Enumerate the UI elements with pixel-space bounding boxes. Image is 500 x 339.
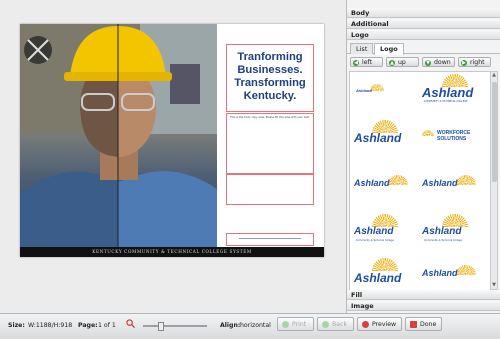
flyer-page[interactable]: Tranforming Businesses. Transforming Ken… [20, 24, 324, 257]
logo-wordmark: Ashland [354, 131, 402, 145]
body-textbox[interactable]: This is the body copy area. Please fill … [226, 113, 314, 174]
section-image-header[interactable]: Image [347, 301, 500, 311]
logo-option[interactable]: Ashland [420, 170, 484, 204]
move-right-label: right [470, 59, 485, 66]
size-value: W:1188/H:918 [28, 322, 73, 329]
logo-wordmark: Ashland [422, 85, 474, 100]
done-icon [410, 321, 417, 328]
logo-option[interactable]: Ashland COMMUNITY & TECHNICAL COLLEGE [420, 72, 484, 106]
logo-subtitle: Community & Technical College [356, 239, 394, 242]
move-left-label: left [362, 59, 373, 66]
arrow-left-icon: ◀ [353, 60, 359, 66]
size-label: Size: [8, 322, 25, 329]
back-icon [322, 321, 329, 328]
logo-gallery-scrollbar[interactable]: ▲ ▼ [490, 71, 498, 290]
sun-logo-icon [456, 175, 476, 185]
section-additional-header[interactable]: Additional [347, 19, 500, 29]
print-icon [282, 321, 289, 328]
logo-subtitle: COMMUNITY & TECHNICAL COLLEGE [424, 100, 468, 103]
logo-gallery[interactable]: Ashland Ashland COMMUNITY & TECHNICAL CO… [349, 71, 491, 292]
logo-placeholder-box[interactable] [226, 233, 314, 246]
scroll-up-icon[interactable]: ▲ [491, 72, 497, 79]
worker-photo-graphic [20, 24, 217, 247]
worker-photo[interactable] [20, 24, 217, 247]
logo-wordmark: Ashland [354, 178, 390, 188]
align-label: Align: [220, 322, 241, 329]
logo-wordmark: Ashland [422, 178, 458, 188]
sun-logo-icon [372, 258, 398, 271]
additional-textbox[interactable] [226, 174, 314, 205]
preview-label: Preview [372, 321, 397, 328]
move-up-button[interactable]: ▲ up [386, 57, 419, 67]
logo-wordmark: Ashland [356, 88, 372, 93]
logo-option[interactable]: Ashland [352, 76, 416, 110]
page-value: 1 of 1 [98, 322, 116, 329]
zoom-slider-handle[interactable] [158, 322, 164, 331]
logo-option[interactable]: Ashland [352, 256, 416, 290]
scroll-thumb[interactable] [492, 82, 497, 182]
align-value: horizontal [240, 322, 271, 329]
logo-option[interactable]: Ashland [420, 260, 484, 291]
arrow-up-icon: ▲ [389, 60, 395, 66]
tab-list[interactable]: List [350, 43, 374, 54]
properties-panel: Body Additional Logo List Logo ◀ left ▲ … [347, 0, 500, 313]
zoom-slider[interactable] [143, 325, 207, 327]
preview-button[interactable]: Preview [357, 317, 402, 331]
arrow-down-icon: ▼ [425, 60, 431, 66]
logo-option[interactable]: Ashland [352, 170, 416, 204]
section-body-header[interactable]: Body [347, 8, 500, 18]
scroll-down-icon[interactable]: ▼ [491, 282, 497, 289]
move-up-label: up [398, 59, 406, 66]
logo-wordmark: Ashland [422, 226, 462, 237]
zoom-icon [126, 319, 135, 328]
sun-logo-icon [370, 84, 384, 91]
logo-option[interactable]: Ashland Community & Technical College [420, 212, 484, 246]
section-logo-header[interactable]: Logo [347, 30, 500, 40]
move-right-button[interactable]: ▶ right [458, 57, 491, 67]
footer-strip: KENTUCKY COMMUNITY & TECHNICAL COLLEGE S… [20, 247, 324, 257]
sun-logo-icon [422, 130, 434, 136]
status-bar: Size: W:1188/H:918 Page: 1 of 1 Align: h… [0, 313, 500, 339]
done-button[interactable]: Done [405, 317, 442, 331]
headline-text: Tranforming Businesses. Transforming Ken… [234, 51, 306, 102]
body-placeholder-text: This is the body copy area. Please fill … [230, 116, 310, 119]
back-button[interactable]: Back [317, 317, 354, 331]
headline-textbox[interactable]: Tranforming Businesses. Transforming Ken… [226, 44, 314, 112]
move-left-button[interactable]: ◀ left [350, 57, 383, 67]
back-label: Back [332, 321, 348, 328]
position-controls: ◀ left ▲ up ▼ down ▶ right [347, 55, 500, 69]
logo-option[interactable]: Ashland Community & Technical College [352, 212, 416, 246]
preview-icon [362, 321, 369, 328]
page-label: Page: [78, 322, 98, 329]
tab-logo[interactable]: Logo [374, 43, 404, 55]
logo-wordmark: WORKFORCE SOLUTIONS [437, 130, 471, 142]
logo-option[interactable]: WORKFORCE SOLUTIONS [420, 124, 484, 158]
print-label: Print [292, 321, 307, 328]
sun-logo-icon [388, 175, 408, 185]
sun-logo-icon [456, 265, 476, 275]
done-label: Done [420, 321, 437, 328]
logo-wordmark: Ashland [354, 271, 402, 285]
section-fill-header[interactable]: Fill [347, 290, 500, 300]
move-down-label: down [434, 59, 451, 66]
move-down-button[interactable]: ▼ down [422, 57, 455, 67]
design-canvas[interactable]: Tranforming Businesses. Transforming Ken… [0, 0, 347, 313]
logo-wordmark: Ashland [422, 268, 458, 278]
logo-tabs: List Logo [347, 42, 500, 55]
arrow-right-icon: ▶ [461, 60, 467, 66]
print-button[interactable]: Print [277, 317, 314, 331]
logo-placeholder-line [239, 238, 301, 239]
logo-option[interactable]: Ashland [352, 118, 416, 152]
logo-wordmark: Ashland [354, 226, 394, 237]
logo-subtitle: Community & Technical College [424, 239, 462, 242]
